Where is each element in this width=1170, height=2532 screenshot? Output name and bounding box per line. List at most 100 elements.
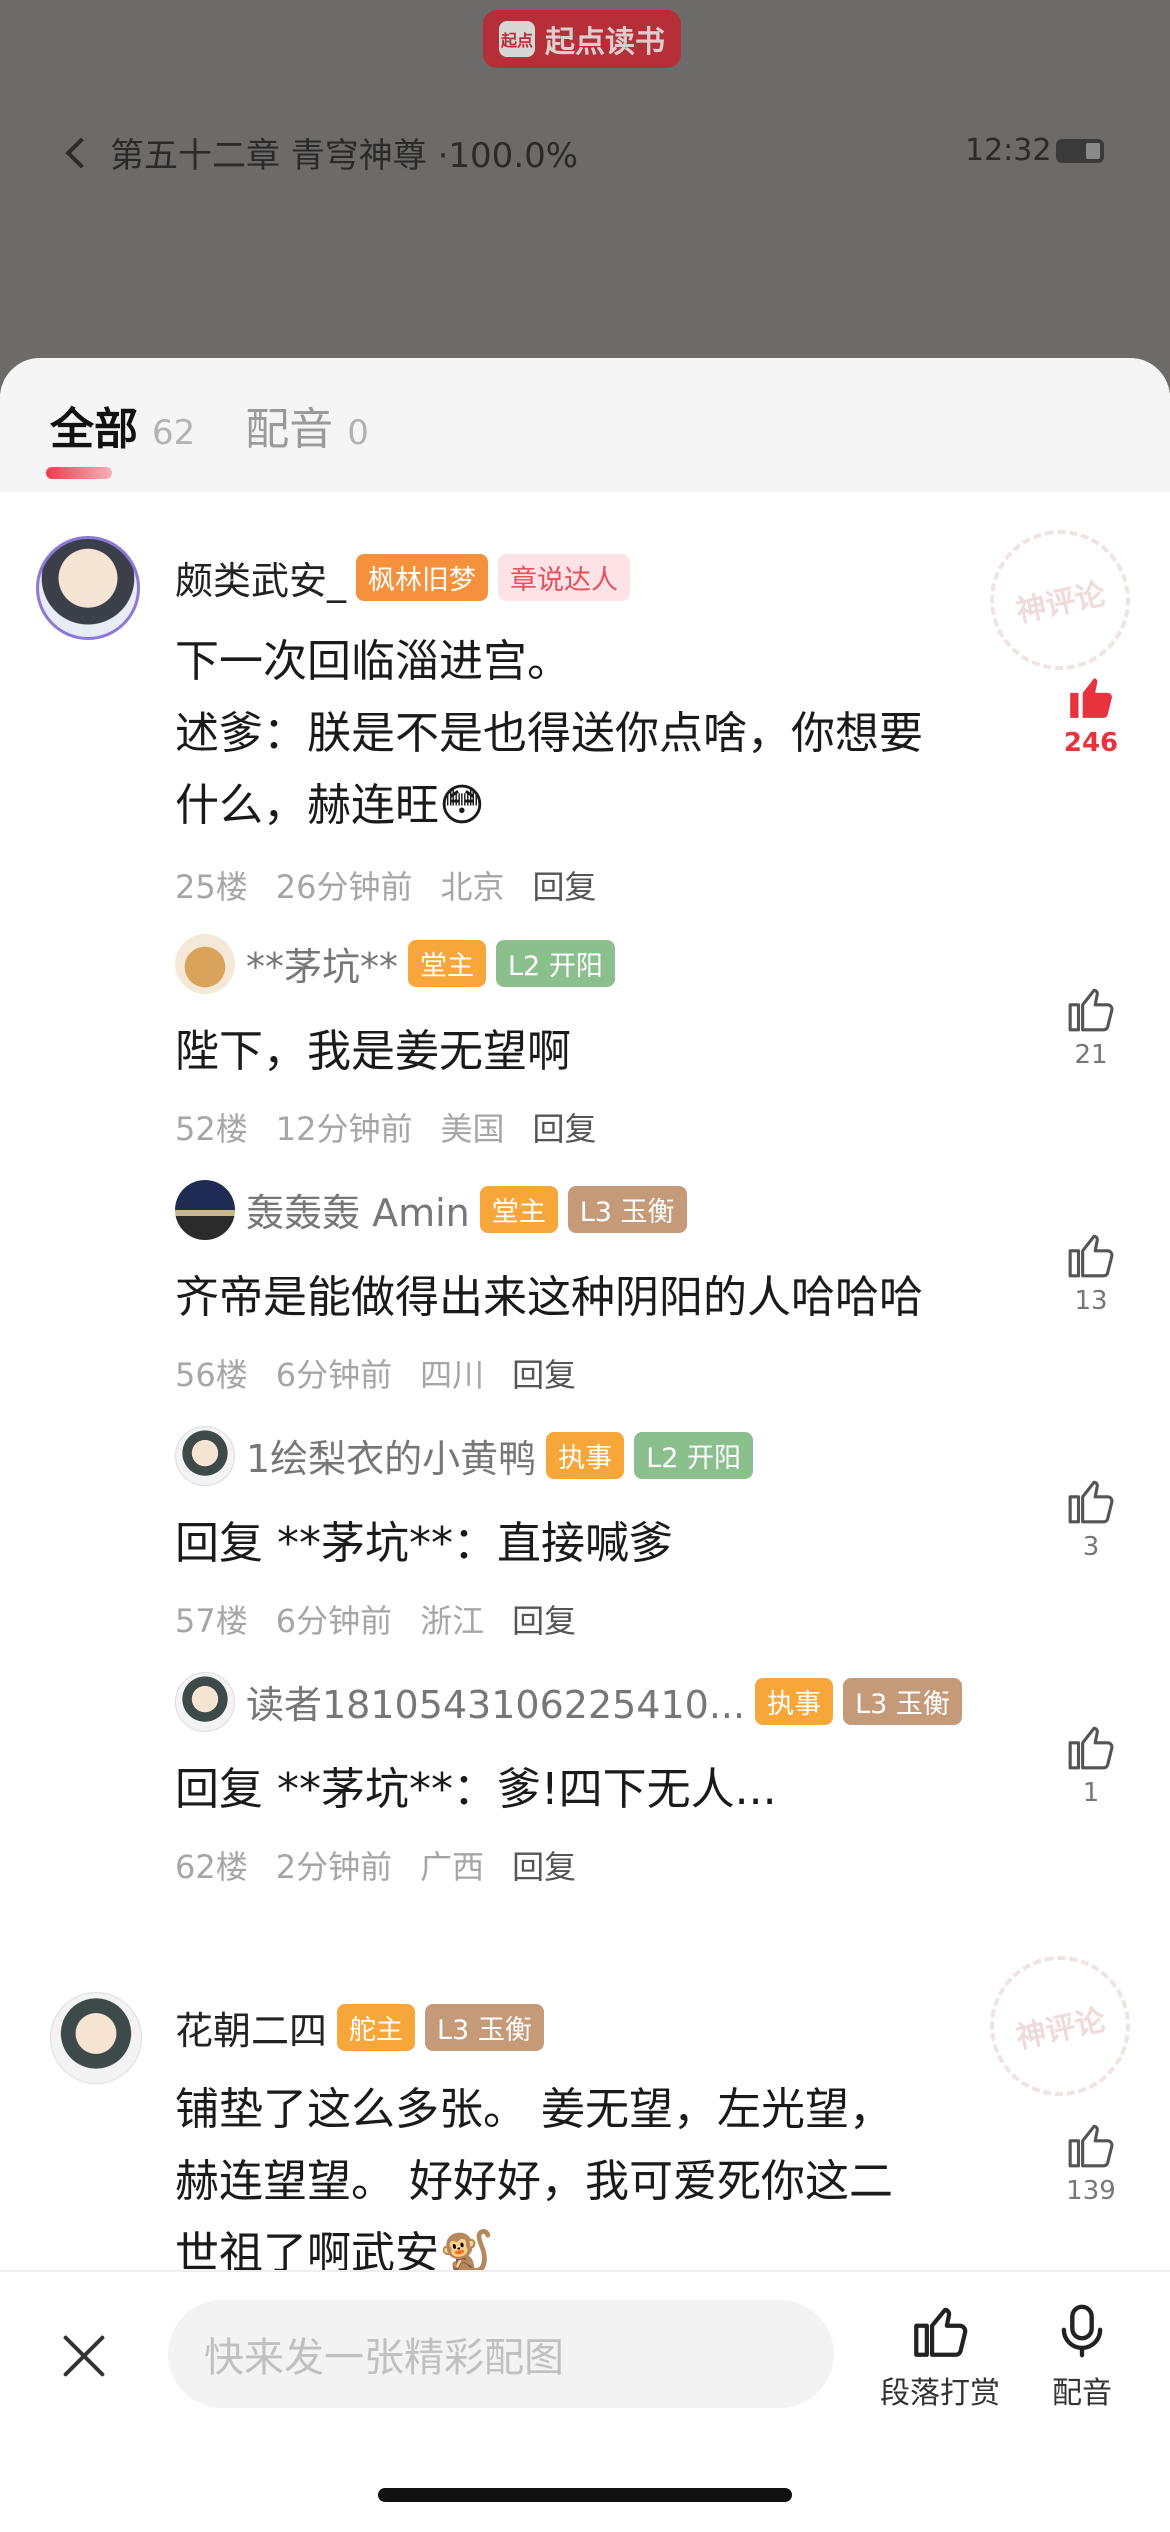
active-tab-indicator xyxy=(46,467,112,479)
reply-item: 1绘梨衣的小黄鸭 执事 L2 开阳 回复 **茅坑**：直接喊爹 57楼 6分钟… xyxy=(0,1422,1170,1642)
level-badge: L3 玉衡 xyxy=(425,2004,544,2051)
rank-badge: 执事 xyxy=(755,1678,834,1725)
comment-tabs: 全部 62 配音 0 xyxy=(0,358,1170,492)
comment-text[interactable]: 回复 **茅坑**：爹!四下无人... xyxy=(175,1754,1025,1826)
post-time: 6分钟前 xyxy=(275,1602,393,1640)
reward-icon xyxy=(914,2307,968,2357)
like-button[interactable]: 1 xyxy=(1051,1722,1131,1808)
tab-label: 配音 xyxy=(245,404,334,455)
rank-badge: 执事 xyxy=(546,1432,625,1479)
reply-item: 读者1810543106225410... 执事 L3 玉衡 回复 **茅坑**… xyxy=(0,1668,1170,1888)
compose-input[interactable]: 快来发一张精彩配图 xyxy=(168,2300,834,2408)
tab-count: 0 xyxy=(347,413,369,453)
reply-item: **茅坑** 堂主 L2 开阳 陛下，我是姜无望啊 52楼 12分钟前 美国 回… xyxy=(0,930,1170,1150)
brand-badge: 起点 起点读书 xyxy=(483,10,681,68)
author-name[interactable]: 1绘梨衣的小黄鸭 xyxy=(246,1428,536,1483)
reward-button[interactable]: 段落打赏 xyxy=(880,2302,1000,2412)
author-name[interactable]: 颇类武安_ xyxy=(175,550,346,605)
battery-icon xyxy=(1056,139,1104,163)
author-name[interactable]: 读者1810543106225410... xyxy=(246,1674,745,1729)
emoji: 😳 xyxy=(439,780,485,831)
floor-number: 57楼 xyxy=(175,1602,248,1640)
floor-number: 25楼 xyxy=(175,868,248,906)
level-badge: L2 开阳 xyxy=(496,940,615,987)
comment-item: 花朝二四 舵主 L3 玉衡 神评论 铺垫了这么多张。 姜无望，左光望， 赫连望望… xyxy=(0,1950,1170,2270)
reply-button[interactable]: 回复 xyxy=(532,1104,596,1150)
like-count: 246 xyxy=(1063,728,1119,758)
close-icon[interactable] xyxy=(58,2330,110,2382)
brand-name: 起点读书 xyxy=(545,25,665,60)
home-indicator[interactable] xyxy=(378,2488,792,2502)
floor-number: 62楼 xyxy=(175,1848,248,1886)
thumbs-up-icon xyxy=(1068,1480,1114,1524)
reward-label: 段落打赏 xyxy=(880,2376,1000,2411)
avatar[interactable] xyxy=(175,934,235,994)
title-badge: 章说达人 xyxy=(498,554,631,601)
back-chevron-icon[interactable] xyxy=(65,136,97,169)
fan-badge: 枫林旧梦 xyxy=(356,554,489,601)
comment-item: 颇类武安_ 枫林旧梦 章说达人 神评论 下一次回临淄进宫。 述爹：朕是不是也得送… xyxy=(0,516,1170,920)
tab-dubbing[interactable]: 配音 0 xyxy=(245,393,369,457)
like-count: 13 xyxy=(1074,1286,1108,1316)
location: 广西 xyxy=(420,1848,485,1886)
avatar[interactable] xyxy=(175,1180,235,1240)
avatar[interactable] xyxy=(36,536,140,640)
author-row: **茅坑** 堂主 L2 开阳 xyxy=(246,936,615,991)
author-row: 读者1810543106225410... 执事 L3 玉衡 xyxy=(246,1674,962,1729)
floor-number: 56楼 xyxy=(175,1356,248,1394)
brand-logo: 起点 xyxy=(499,21,535,57)
author-name[interactable]: 轰轰轰 Amin xyxy=(246,1182,470,1237)
thumbs-up-icon xyxy=(1068,2124,1114,2168)
comment-meta: 62楼 2分钟前 广西 回复 xyxy=(175,1842,576,1888)
post-time: 12分钟前 xyxy=(275,1110,413,1148)
like-count: 3 xyxy=(1082,1532,1100,1562)
location: 北京 xyxy=(440,868,505,906)
like-button[interactable]: 139 xyxy=(1051,2120,1131,2206)
microphone-icon xyxy=(1061,2304,1103,2358)
tab-label: 全部 xyxy=(50,404,138,455)
dub-label: 配音 xyxy=(1052,2376,1112,2411)
like-button[interactable]: 21 xyxy=(1051,984,1131,1070)
comment-text[interactable]: 齐帝是能做得出来这种阴阳的人哈哈哈 xyxy=(175,1262,1025,1334)
comment-meta: 56楼 6分钟前 四川 回复 xyxy=(175,1350,576,1396)
author-row: 花朝二四 舵主 L3 玉衡 xyxy=(175,2000,544,2055)
rank-badge: 堂主 xyxy=(479,1186,558,1233)
post-time: 6分钟前 xyxy=(275,1356,393,1394)
like-button[interactable]: 13 xyxy=(1051,1230,1131,1316)
reply-button[interactable]: 回复 xyxy=(512,1350,576,1396)
thumbs-up-icon xyxy=(1068,1726,1114,1770)
author-row: 颇类武安_ 枫林旧梦 章说达人 xyxy=(175,550,631,605)
avatar[interactable] xyxy=(175,1672,235,1732)
floor-number: 52楼 xyxy=(175,1110,248,1148)
author-row: 轰轰轰 Amin 堂主 L3 玉衡 xyxy=(246,1182,687,1237)
avatar[interactable] xyxy=(50,1992,142,2084)
thumbs-up-icon xyxy=(1068,1234,1114,1278)
tab-all[interactable]: 全部 62 xyxy=(46,393,195,479)
comment-line: 下一次回临淄进宫。 xyxy=(175,636,571,687)
dub-button[interactable]: 配音 xyxy=(1052,2302,1112,2412)
comment-text[interactable]: 下一次回临淄进宫。 述爹：朕是不是也得送你点啥，你想要 什么，赫连旺😳 xyxy=(175,626,1025,842)
comment-text[interactable]: 回复 **茅坑**：直接喊爹 xyxy=(175,1508,1025,1580)
comment-text[interactable]: 陛下，我是姜无望啊 xyxy=(175,1016,1025,1088)
author-name[interactable]: 花朝二四 xyxy=(175,2000,327,2055)
comment-line: 什么，赫连旺 xyxy=(175,780,439,831)
comment-line: 世祖了啊武安 xyxy=(175,2228,439,2270)
like-button[interactable]: 3 xyxy=(1051,1476,1131,1562)
chapter-title-bar[interactable]: 第五十二章 青穹神尊 ·100.0% xyxy=(65,128,579,177)
author-row: 1绘梨衣的小黄鸭 执事 L2 开阳 xyxy=(246,1428,753,1483)
avatar[interactable] xyxy=(175,1426,235,1486)
comment-line: 铺垫了这么多张。 姜无望，左光望， xyxy=(175,2084,893,2135)
comment-line: 赫连望望。 好好好，我可爱死你这二 xyxy=(175,2156,893,2207)
comment-meta: 25楼 26分钟前 北京 回复 xyxy=(175,862,597,908)
reply-item: 轰轰轰 Amin 堂主 L3 玉衡 齐帝是能做得出来这种阴阳的人哈哈哈 56楼 … xyxy=(0,1176,1170,1396)
chapter-title: 第五十二章 青穹神尊 ·100.0% xyxy=(110,136,579,176)
author-name[interactable]: **茅坑** xyxy=(246,936,398,991)
comment-meta: 57楼 6分钟前 浙江 回复 xyxy=(175,1596,576,1642)
thumbs-up-icon xyxy=(1070,678,1112,718)
comment-text[interactable]: 铺垫了这么多张。 姜无望，左光望， 赫连望望。 好好好，我可爱死你这二 世祖了啊… xyxy=(175,2074,1025,2270)
reply-button[interactable]: 回复 xyxy=(512,1842,576,1888)
like-button[interactable]: 246 xyxy=(1051,672,1131,758)
comment-meta: 52楼 12分钟前 美国 回复 xyxy=(175,1104,597,1150)
reply-button[interactable]: 回复 xyxy=(532,862,596,908)
reply-button[interactable]: 回复 xyxy=(512,1596,576,1642)
